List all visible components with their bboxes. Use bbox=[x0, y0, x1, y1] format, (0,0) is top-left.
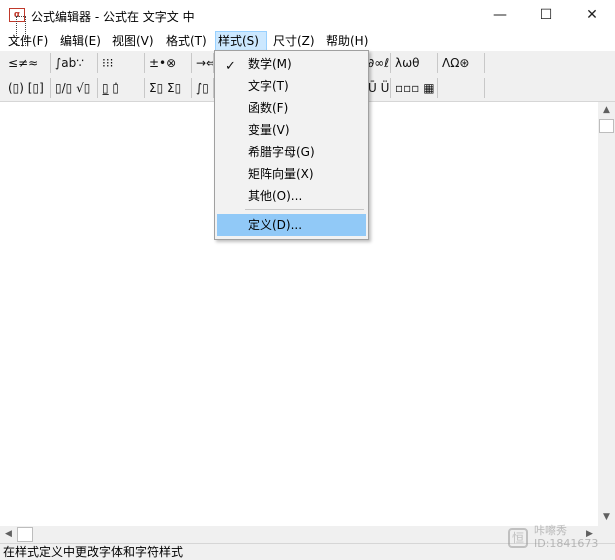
menu-size[interactable]: 尺寸(Z) bbox=[271, 31, 317, 51]
horizontal-scroll-thumb[interactable] bbox=[17, 527, 33, 542]
menu-edit[interactable]: 编辑(E) bbox=[58, 31, 103, 51]
watermark-id: ID:1841673 bbox=[534, 537, 599, 550]
matrices-palette[interactable]: ▫▫▫ ▦ bbox=[391, 78, 438, 98]
menu-help[interactable]: 帮助(H) bbox=[324, 31, 370, 51]
menu-item-label: 数学(M) bbox=[248, 57, 292, 71]
fences-palette[interactable]: (▯) [▯] bbox=[4, 78, 51, 98]
greek-upper-palette[interactable]: ΛΩ⊛ bbox=[438, 53, 485, 73]
toolbar-empty-slot[interactable] bbox=[438, 78, 485, 98]
fractions-palette[interactable]: ▯/▯ √▯ bbox=[51, 78, 98, 98]
minimize-button[interactable]: — bbox=[477, 0, 523, 31]
menu-item-greek[interactable]: 希腊字母(G) bbox=[217, 141, 366, 163]
watermark-name: 咔嚓秀 bbox=[534, 524, 567, 537]
watermark: 恒 咔嚓秀 ID:1841673 bbox=[508, 525, 612, 551]
relations-palette[interactable]: ≤≠≈ bbox=[4, 53, 51, 73]
vertical-scroll-thumb[interactable] bbox=[599, 119, 614, 133]
maximize-button[interactable]: ☐ bbox=[523, 0, 569, 31]
menu-format[interactable]: 格式(T) bbox=[164, 31, 209, 51]
menu-item-matrix-vector[interactable]: 矩阵向量(X) bbox=[217, 163, 366, 185]
menu-item-other[interactable]: 其他(O)... bbox=[217, 185, 366, 207]
scroll-left-arrow-icon[interactable]: ◀ bbox=[0, 526, 17, 543]
embellishments-palette[interactable]: ⁝⁝⁝ bbox=[98, 53, 145, 73]
menu-item-math[interactable]: ✓ 数学(M) bbox=[217, 53, 366, 75]
spaces-palette[interactable]: ∫ab∵ bbox=[51, 53, 98, 73]
greek-lower-palette[interactable]: λωθ bbox=[391, 53, 438, 73]
scroll-up-arrow-icon[interactable]: ▲ bbox=[598, 102, 615, 119]
arrows-palette[interactable]: →⇔↓ bbox=[192, 53, 214, 73]
menu-item-variable[interactable]: 变量(V) bbox=[217, 119, 366, 141]
menu-view[interactable]: 视图(V) bbox=[110, 31, 156, 51]
sums-palette[interactable]: Σ▯ Σ▯ bbox=[145, 78, 192, 98]
menu-item-function[interactable]: 函数(F) bbox=[217, 97, 366, 119]
empty-input-slot[interactable] bbox=[16, 16, 26, 46]
scripts-palette[interactable]: ▯̲ ▯̇ bbox=[98, 78, 145, 98]
menu-separator bbox=[245, 209, 364, 210]
menu-style[interactable]: 样式(S) bbox=[215, 31, 267, 51]
menu-file[interactable]: 文件(F) bbox=[6, 31, 50, 51]
vertical-scrollbar[interactable] bbox=[598, 102, 615, 526]
scroll-down-arrow-icon[interactable]: ▼ bbox=[598, 509, 615, 526]
style-dropdown-menu: ✓ 数学(M) 文字(T) 函数(F) 变量(V) 希腊字母(G) 矩阵向量(X… bbox=[214, 50, 369, 240]
operators-palette[interactable]: ±•⊗ bbox=[145, 53, 192, 73]
watermark-logo-icon: 恒 bbox=[508, 528, 528, 548]
status-text: 在样式定义中更改字体和字符样式 bbox=[3, 545, 184, 559]
menu-item-text[interactable]: 文字(T) bbox=[217, 75, 366, 97]
close-button[interactable]: ✕ bbox=[569, 0, 615, 31]
menu-item-define[interactable]: 定义(D)... bbox=[217, 214, 366, 236]
integrals-palette[interactable]: ∫▯ ∮▯ bbox=[192, 78, 214, 98]
window-title: 公式编辑器 - 公式在 文字文 中 bbox=[31, 10, 195, 24]
